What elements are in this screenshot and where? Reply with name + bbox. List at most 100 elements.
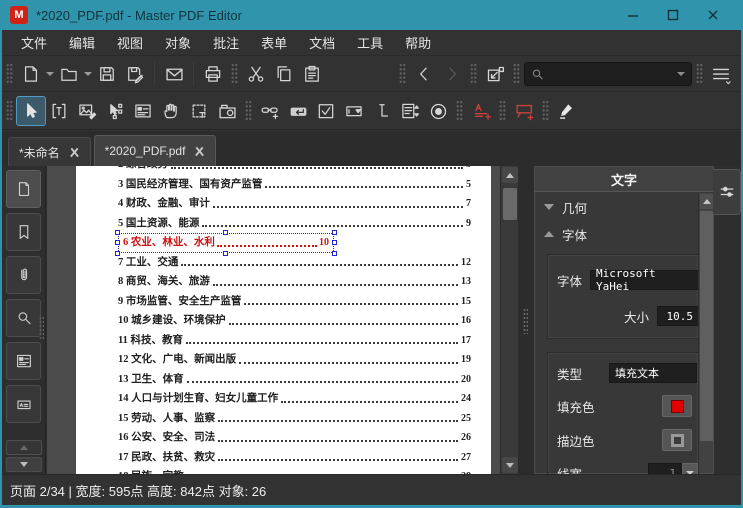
panel-splitter[interactable] <box>518 166 534 474</box>
sidebar-scroll-down-button[interactable] <box>6 457 42 472</box>
properties-tab[interactable] <box>713 169 741 215</box>
toolbar-grip[interactable] <box>542 100 549 122</box>
toolbar-grip[interactable] <box>6 100 13 122</box>
document-scrollbar[interactable] <box>500 166 518 474</box>
paste-button[interactable] <box>298 60 326 88</box>
menu-item-文件[interactable]: 文件 <box>10 30 58 55</box>
sidebar-scroll-up-button[interactable] <box>6 440 42 455</box>
toolbar-grip[interactable] <box>399 63 406 85</box>
text-field-tool-button[interactable] <box>284 97 312 125</box>
checkbox-tool-button[interactable] <box>312 97 340 125</box>
tab-2020-pdf[interactable]: *2020_PDF.pdf <box>93 135 217 166</box>
toc-row[interactable]: 4 财政、金融、审计 7 <box>118 194 471 214</box>
menu-item-帮助[interactable]: 帮助 <box>394 30 442 55</box>
font-family-input[interactable]: Microsoft YaHei <box>590 267 699 293</box>
menu-item-编辑[interactable]: 编辑 <box>58 30 106 55</box>
menu-item-对象[interactable]: 对象 <box>154 30 202 55</box>
panel-scroll-up-button[interactable] <box>700 194 713 209</box>
tab-untitled[interactable]: *未命名 <box>8 137 91 166</box>
selection-handle[interactable] <box>223 251 228 256</box>
toolbar-grip[interactable] <box>231 63 238 85</box>
thumbnails-panel-button[interactable] <box>6 170 41 208</box>
new-document-button[interactable] <box>17 60 45 88</box>
main-menu-button[interactable] <box>707 60 735 88</box>
menu-item-文档[interactable]: 文档 <box>298 30 346 55</box>
close-tab-icon[interactable] <box>194 146 205 157</box>
search-panel-button[interactable] <box>6 299 41 337</box>
toc-row[interactable]: 17 民政、扶贫、救灾 27 <box>118 448 471 468</box>
link-tool-button[interactable] <box>256 97 284 125</box>
scrollbar-thumb[interactable] <box>503 188 517 220</box>
toc-row[interactable]: 3 国民经济管理、国有资产监管 5 <box>118 175 471 195</box>
stroke-color-button[interactable] <box>662 429 692 451</box>
selection-handle[interactable] <box>115 251 120 256</box>
toc-row[interactable]: 10 城乡建设、环境保护 16 <box>118 311 471 331</box>
open-button[interactable] <box>55 60 83 88</box>
toc-row[interactable]: 8 商贸、海关、旅游 13 <box>118 272 471 292</box>
close-tab-icon[interactable] <box>69 147 80 158</box>
minimize-button[interactable] <box>613 2 653 28</box>
cut-button[interactable] <box>242 60 270 88</box>
text-cursor-tool-button[interactable] <box>368 97 396 125</box>
toolbar-grip[interactable] <box>470 63 477 85</box>
selection-handle[interactable] <box>332 230 337 235</box>
text-edit-tool-button[interactable] <box>45 97 73 125</box>
toc-row[interactable]: 6 农业、林业、水利 10 <box>115 230 471 256</box>
selected-text-object[interactable]: 6 农业、林业、水利 10 <box>115 230 337 256</box>
toolbar-grip[interactable] <box>6 63 13 85</box>
form-fields-panel-button[interactable] <box>6 342 41 380</box>
search-box[interactable] <box>524 62 692 86</box>
listbox-tool-button[interactable] <box>396 97 424 125</box>
font-size-input[interactable]: 10.5 <box>657 306 699 326</box>
scroll-up-button[interactable] <box>502 167 518 183</box>
highlight-tool-button[interactable] <box>553 97 581 125</box>
menu-item-表单[interactable]: 表单 <box>250 30 298 55</box>
panel-scrollbar[interactable] <box>698 193 713 473</box>
email-button[interactable] <box>160 60 188 88</box>
selection-handle[interactable] <box>223 230 228 235</box>
toc-row[interactable]: 16 公安、安全、司法 26 <box>118 428 471 448</box>
toc-row[interactable]: 14 人口与计划生育、妇女儿童工作 24 <box>118 389 471 409</box>
hand-tool-button[interactable] <box>157 97 185 125</box>
pdf-page[interactable]: 2 综合政务33 国民经济管理、国有资产监管54 财政、金融、审计75 国土资源… <box>76 166 491 474</box>
toc-row[interactable]: 2 综合政务3 <box>118 166 471 175</box>
attachments-panel-button[interactable] <box>6 256 41 294</box>
section-font[interactable]: 字体 <box>535 222 713 246</box>
previous-view-button[interactable] <box>410 60 438 88</box>
save-button[interactable] <box>93 60 121 88</box>
maximize-button[interactable] <box>653 2 693 28</box>
annotations-panel-button[interactable] <box>6 385 41 423</box>
type-select[interactable]: 填充文本 <box>609 363 697 383</box>
menu-item-工具[interactable]: 工具 <box>346 30 394 55</box>
image-edit-tool-button[interactable] <box>73 97 101 125</box>
close-button[interactable] <box>693 2 733 28</box>
menu-item-视图[interactable]: 视图 <box>106 30 154 55</box>
toolbar-grip[interactable] <box>696 63 703 85</box>
new-document-dropdown[interactable] <box>45 61 55 87</box>
selection-handle[interactable] <box>332 240 337 245</box>
search-input[interactable] <box>545 67 676 81</box>
text-annotation-tool-button[interactable] <box>467 97 495 125</box>
toolbar-grip[interactable] <box>499 100 506 122</box>
radio-button-tool-button[interactable] <box>424 97 452 125</box>
scroll-down-button[interactable] <box>502 457 518 473</box>
bookmarks-panel-button[interactable] <box>6 213 41 251</box>
path-edit-tool-button[interactable] <box>101 97 129 125</box>
combobox-tool-button[interactable] <box>340 97 368 125</box>
selection-handle[interactable] <box>332 251 337 256</box>
document-view[interactable]: 2 综合政务33 国民经济管理、国有资产监管54 财政、金融、审计75 国土资源… <box>47 166 500 474</box>
print-button[interactable] <box>199 60 227 88</box>
section-geometry[interactable]: 几何 <box>535 195 713 219</box>
selection-handle[interactable] <box>115 240 120 245</box>
toc-row[interactable]: 9 市场监管、安全生产监管 15 <box>118 292 471 312</box>
selection-handle[interactable] <box>115 230 120 235</box>
toc-row[interactable]: 15 劳动、人事、监察 25 <box>118 409 471 429</box>
fill-color-button[interactable] <box>662 395 692 417</box>
open-dropdown[interactable] <box>83 61 93 87</box>
toc-row[interactable]: 18 民族、宗教28 <box>118 467 471 474</box>
next-view-button[interactable] <box>438 60 466 88</box>
toc-row[interactable]: 7 工业、交通 12 <box>118 253 471 273</box>
toc-row[interactable]: 11 科技、教育 17 <box>118 331 471 351</box>
sidebar-splitter-grip[interactable] <box>39 316 44 340</box>
callout-tool-button[interactable] <box>510 97 538 125</box>
